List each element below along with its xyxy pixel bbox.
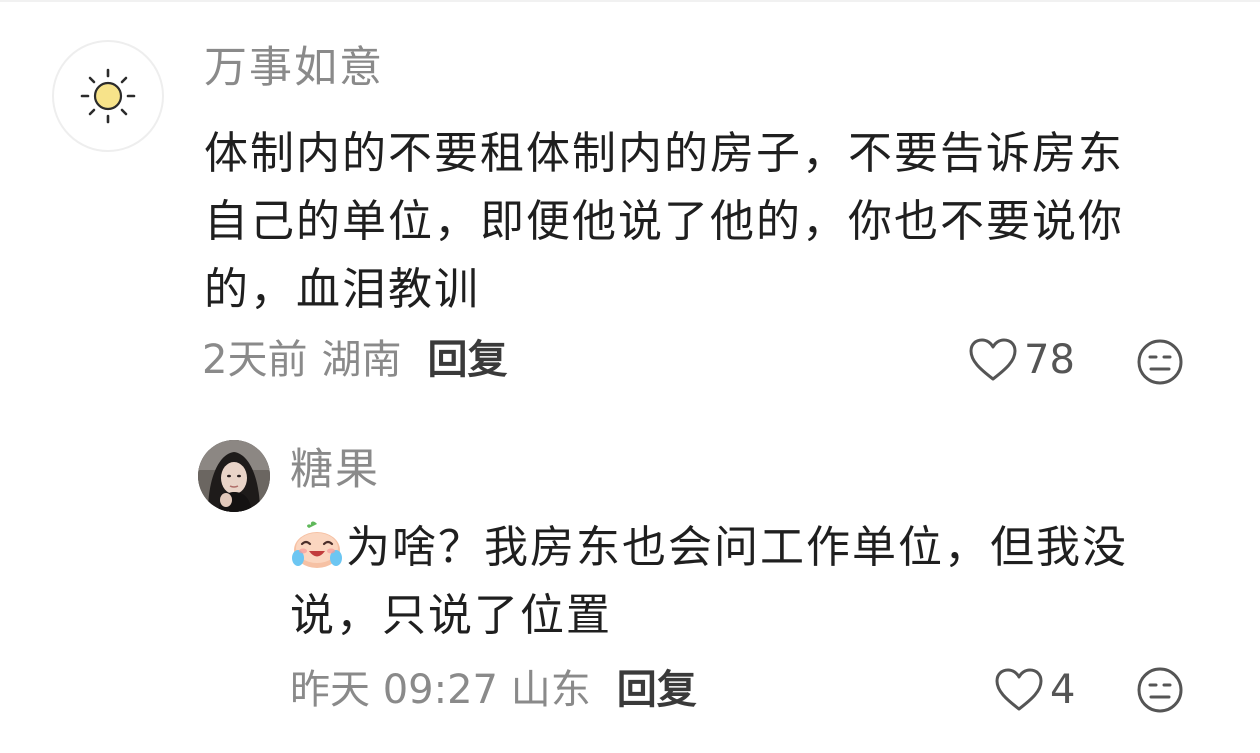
comment-text-line: 自己的单位，即便他说了他的，你也不要说你 [204,196,1124,247]
reply-username[interactable]: 糖果 [290,444,380,496]
react-button[interactable] [1136,666,1184,714]
heart-outline-icon [995,668,1043,711]
neutral-face-icon [1137,667,1183,713]
reply-text-line: 为啥？我房东也会问工作单位，但我没 [290,514,1190,582]
comment-location: 湖南 [321,337,402,383]
reply-text-line: 说，只说了位置 [290,590,612,641]
comment-text: 体制内的不要租体制内的房子，不要告诉房东 自己的单位，即便他说了他的，你也不要说… [204,120,1194,324]
neutral-face-icon [1137,339,1183,385]
reply-time: 昨天 09:27 [290,667,498,713]
sun-icon [80,68,136,124]
like-count: 78 [1024,337,1075,383]
reply-meta: 昨天 09:27 山东 回复 [290,664,697,716]
like-count: 4 [1050,667,1076,713]
crying-laughing-emoji-icon [290,518,344,572]
reply-text-content: 为啥？我房东也会问工作单位，但我没 [346,522,1128,573]
reply-text: 为啥？我房东也会问工作单位，但我没 说，只说了位置 [290,514,1190,650]
comment-item: 万事如意 体制内的不要租体制内的房子，不要告诉房东 自己的单位，即便他说了他的，… [0,0,1260,400]
reply-button[interactable]: 回复 [427,334,507,386]
avatar-photo [198,440,270,512]
comment-time: 2天前 [202,337,308,383]
reply-location: 山东 [510,667,591,713]
like-button[interactable]: 4 [994,664,1075,716]
comment-username[interactable]: 万事如意 [204,42,384,94]
heart-outline-icon [969,338,1017,381]
comment-text-line: 体制内的不要租体制内的房子，不要告诉房东 [204,128,1124,179]
avatar[interactable] [198,440,270,512]
react-button[interactable] [1136,338,1184,386]
like-button[interactable]: 78 [968,334,1075,386]
reply-button[interactable]: 回复 [617,664,697,716]
comment-text-line: 的，血泪教训 [204,264,480,315]
comment-meta: 2天前 湖南 回复 [202,334,507,386]
avatar[interactable] [52,40,164,152]
